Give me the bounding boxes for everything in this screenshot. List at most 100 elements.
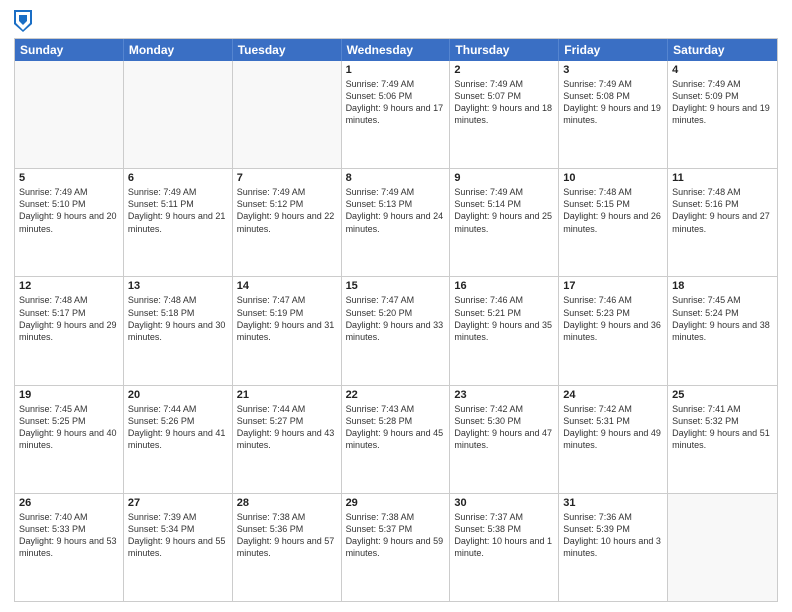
- day-info: Sunrise: 7:49 AM Sunset: 5:12 PM Dayligh…: [237, 186, 337, 235]
- weekday-header-monday: Monday: [124, 39, 233, 61]
- calendar-week-3: 12 Sunrise: 7:48 AM Sunset: 5:17 PM Dayli…: [15, 276, 777, 384]
- day-info: Sunrise: 7:39 AM Sunset: 5:34 PM Dayligh…: [128, 511, 228, 560]
- day-number: 14: [237, 280, 337, 292]
- day-cell-5: 5 Sunrise: 7:49 AM Sunset: 5:10 PM Daylig…: [15, 169, 124, 276]
- day-number: 20: [128, 389, 228, 401]
- day-number: 9: [454, 172, 554, 184]
- day-cell-11: 11 Sunrise: 7:48 AM Sunset: 5:16 PM Dayli…: [668, 169, 777, 276]
- day-cell-28: 28 Sunrise: 7:38 AM Sunset: 5:36 PM Dayli…: [233, 494, 342, 601]
- day-info: Sunrise: 7:44 AM Sunset: 5:26 PM Dayligh…: [128, 403, 228, 452]
- page: SundayMondayTuesdayWednesdayThursdayFrid…: [0, 0, 792, 612]
- day-cell-16: 16 Sunrise: 7:46 AM Sunset: 5:21 PM Dayli…: [450, 277, 559, 384]
- day-number: 31: [563, 497, 663, 509]
- calendar-week-4: 19 Sunrise: 7:45 AM Sunset: 5:25 PM Dayli…: [15, 385, 777, 493]
- calendar-week-1: 1 Sunrise: 7:49 AM Sunset: 5:06 PM Daylig…: [15, 61, 777, 168]
- day-cell-29: 29Sunrise: 7:38 AM Sunset: 5:37 PM Dayli…: [342, 494, 451, 601]
- day-cell-9: 9Sunrise: 7:49 AM Sunset: 5:14 PM Daylig…: [450, 169, 559, 276]
- day-cell-22: 22 Sunrise: 7:43 AM Sunset: 5:28 PM Dayli…: [342, 386, 451, 493]
- day-cell-18: 18 Sunrise: 7:45 AM Sunset: 5:24 PM Dayli…: [668, 277, 777, 384]
- day-info: Sunrise: 7:49 AM Sunset: 5:06 PM Dayligh…: [346, 78, 446, 127]
- day-info: Sunrise: 7:42 AM Sunset: 5:31 PM Dayligh…: [563, 403, 663, 452]
- day-number: 28: [237, 497, 337, 509]
- day-number: 1: [346, 64, 446, 76]
- day-number: 21: [237, 389, 337, 401]
- logo-icon: [14, 10, 32, 32]
- day-cell-1: 1 Sunrise: 7:49 AM Sunset: 5:06 PM Daylig…: [342, 61, 451, 168]
- day-number: 6: [128, 172, 228, 184]
- day-number: 4: [672, 64, 773, 76]
- day-number: 11: [672, 172, 773, 184]
- day-number: 7: [237, 172, 337, 184]
- day-number: 19: [19, 389, 119, 401]
- day-number: 2: [454, 64, 554, 76]
- weekday-header-friday: Friday: [559, 39, 668, 61]
- day-info: Sunrise: 7:43 AM Sunset: 5:28 PM Dayligh…: [346, 403, 446, 452]
- day-info: Sunrise: 7:45 AM Sunset: 5:25 PM Dayligh…: [19, 403, 119, 452]
- weekday-header-sunday: Sunday: [15, 39, 124, 61]
- day-number: 13: [128, 280, 228, 292]
- day-info: Sunrise: 7:49 AM Sunset: 5:13 PM Dayligh…: [346, 186, 446, 235]
- calendar-header-row: SundayMondayTuesdayWednesdayThursdayFrid…: [15, 39, 777, 61]
- empty-cell: [124, 61, 233, 168]
- day-cell-3: 3 Sunrise: 7:49 AM Sunset: 5:08 PM Daylig…: [559, 61, 668, 168]
- day-cell-17: 17Sunrise: 7:46 AM Sunset: 5:23 PM Dayli…: [559, 277, 668, 384]
- logo: [14, 10, 36, 32]
- day-cell-26: 26 Sunrise: 7:40 AM Sunset: 5:33 PM Dayli…: [15, 494, 124, 601]
- day-info: Sunrise: 7:48 AM Sunset: 5:15 PM Dayligh…: [563, 186, 663, 235]
- day-number: 24: [563, 389, 663, 401]
- day-info: Sunrise: 7:40 AM Sunset: 5:33 PM Dayligh…: [19, 511, 119, 560]
- day-number: 30: [454, 497, 554, 509]
- day-number: 29: [346, 497, 446, 509]
- day-info: Sunrise: 7:48 AM Sunset: 5:16 PM Dayligh…: [672, 186, 773, 235]
- day-cell-24: 24 Sunrise: 7:42 AM Sunset: 5:31 PM Dayli…: [559, 386, 668, 493]
- weekday-header-wednesday: Wednesday: [342, 39, 451, 61]
- day-cell-13: 13 Sunrise: 7:48 AM Sunset: 5:18 PM Dayli…: [124, 277, 233, 384]
- day-info: Sunrise: 7:46 AM Sunset: 5:21 PM Dayligh…: [454, 294, 554, 343]
- day-info: Sunrise: 7:49 AM Sunset: 5:10 PM Dayligh…: [19, 186, 119, 235]
- header: [14, 10, 778, 32]
- day-number: 18: [672, 280, 773, 292]
- day-cell-4: 4 Sunrise: 7:49 AM Sunset: 5:09 PM Daylig…: [668, 61, 777, 168]
- weekday-header-saturday: Saturday: [668, 39, 777, 61]
- weekday-header-tuesday: Tuesday: [233, 39, 342, 61]
- empty-cell: [233, 61, 342, 168]
- day-info: Sunrise: 7:41 AM Sunset: 5:32 PM Dayligh…: [672, 403, 773, 452]
- day-cell-25: 25 Sunrise: 7:41 AM Sunset: 5:32 PM Dayli…: [668, 386, 777, 493]
- day-info: Sunrise: 7:49 AM Sunset: 5:09 PM Dayligh…: [672, 78, 773, 127]
- day-number: 26: [19, 497, 119, 509]
- day-number: 8: [346, 172, 446, 184]
- day-info: Sunrise: 7:46 AM Sunset: 5:23 PM Dayligh…: [563, 294, 663, 343]
- day-number: 5: [19, 172, 119, 184]
- day-info: Sunrise: 7:48 AM Sunset: 5:18 PM Dayligh…: [128, 294, 228, 343]
- day-number: 15: [346, 280, 446, 292]
- empty-cell: [15, 61, 124, 168]
- day-number: 22: [346, 389, 446, 401]
- day-info: Sunrise: 7:38 AM Sunset: 5:36 PM Dayligh…: [237, 511, 337, 560]
- day-number: 25: [672, 389, 773, 401]
- day-info: Sunrise: 7:45 AM Sunset: 5:24 PM Dayligh…: [672, 294, 773, 343]
- day-cell-12: 12 Sunrise: 7:48 AM Sunset: 5:17 PM Dayli…: [15, 277, 124, 384]
- day-info: Sunrise: 7:49 AM Sunset: 5:07 PM Dayligh…: [454, 78, 554, 127]
- day-cell-23: 23Sunrise: 7:42 AM Sunset: 5:30 PM Dayli…: [450, 386, 559, 493]
- day-cell-21: 21 Sunrise: 7:44 AM Sunset: 5:27 PM Dayli…: [233, 386, 342, 493]
- day-cell-7: 7 Sunrise: 7:49 AM Sunset: 5:12 PM Daylig…: [233, 169, 342, 276]
- day-cell-30: 30Sunrise: 7:37 AM Sunset: 5:38 PM Dayli…: [450, 494, 559, 601]
- day-number: 10: [563, 172, 663, 184]
- day-number: 16: [454, 280, 554, 292]
- day-number: 3: [563, 64, 663, 76]
- calendar-week-2: 5 Sunrise: 7:49 AM Sunset: 5:10 PM Daylig…: [15, 168, 777, 276]
- day-cell-15: 15Sunrise: 7:47 AM Sunset: 5:20 PM Dayli…: [342, 277, 451, 384]
- day-cell-6: 6 Sunrise: 7:49 AM Sunset: 5:11 PM Daylig…: [124, 169, 233, 276]
- day-info: Sunrise: 7:44 AM Sunset: 5:27 PM Dayligh…: [237, 403, 337, 452]
- day-number: 12: [19, 280, 119, 292]
- day-cell-14: 14Sunrise: 7:47 AM Sunset: 5:19 PM Dayli…: [233, 277, 342, 384]
- day-cell-19: 19 Sunrise: 7:45 AM Sunset: 5:25 PM Dayli…: [15, 386, 124, 493]
- empty-cell: [668, 494, 777, 601]
- day-info: Sunrise: 7:36 AM Sunset: 5:39 PM Dayligh…: [563, 511, 663, 560]
- day-cell-10: 10 Sunrise: 7:48 AM Sunset: 5:15 PM Dayli…: [559, 169, 668, 276]
- day-cell-27: 27Sunrise: 7:39 AM Sunset: 5:34 PM Dayli…: [124, 494, 233, 601]
- day-info: Sunrise: 7:49 AM Sunset: 5:11 PM Dayligh…: [128, 186, 228, 235]
- day-info: Sunrise: 7:48 AM Sunset: 5:17 PM Dayligh…: [19, 294, 119, 343]
- day-info: Sunrise: 7:49 AM Sunset: 5:08 PM Dayligh…: [563, 78, 663, 127]
- day-cell-31: 31 Sunrise: 7:36 AM Sunset: 5:39 PM Dayli…: [559, 494, 668, 601]
